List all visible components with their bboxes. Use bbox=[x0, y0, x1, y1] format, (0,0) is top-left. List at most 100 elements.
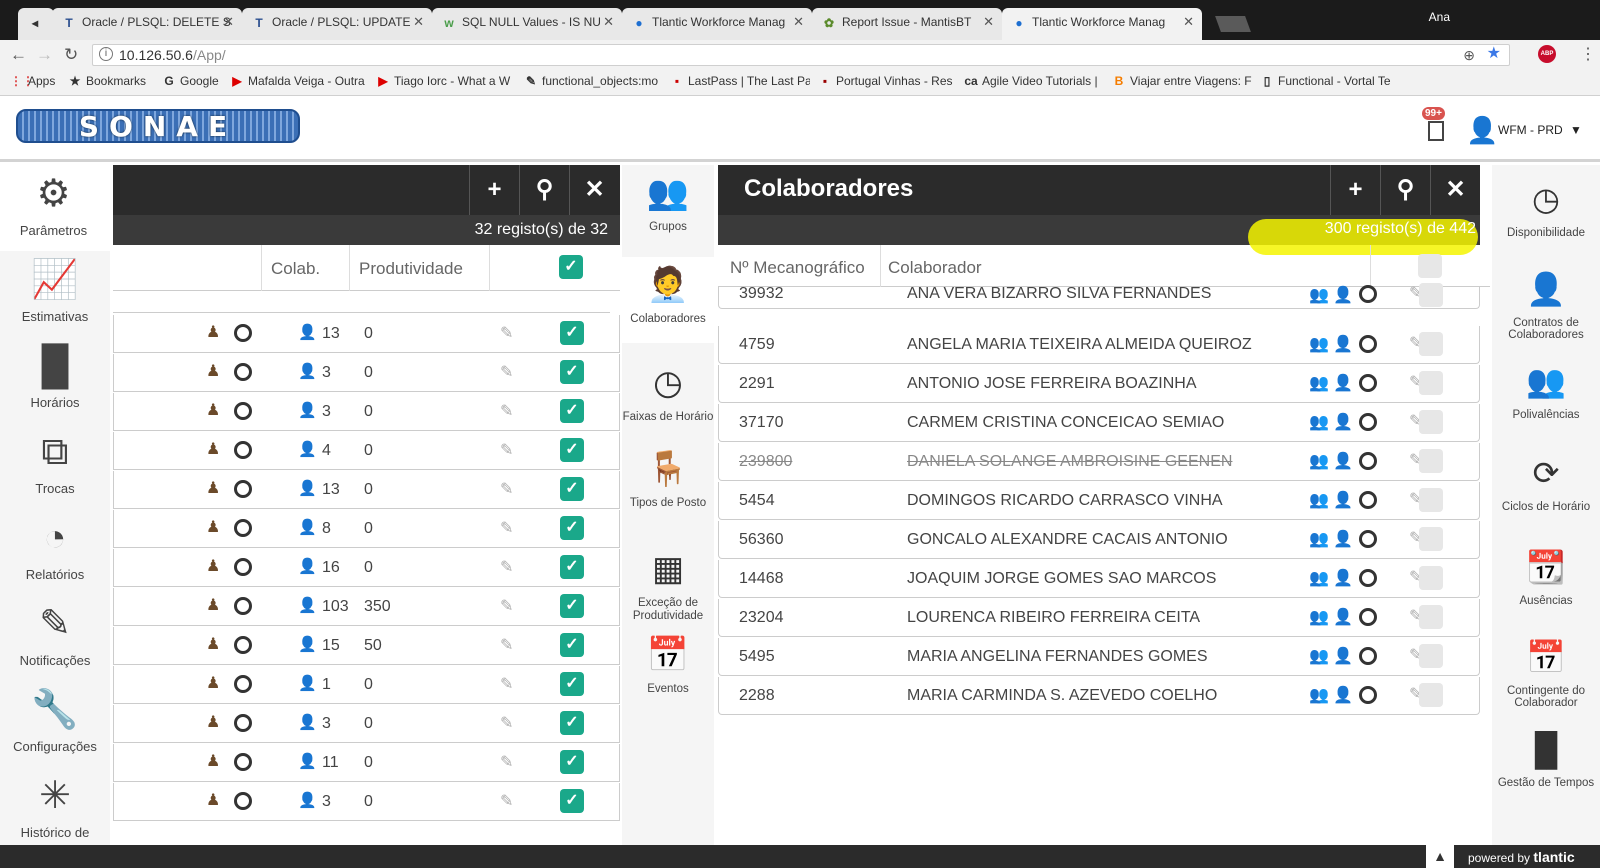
edit-icon[interactable]: ✎ bbox=[500, 323, 513, 343]
nav-trocas[interactable]: ⧉ Trocas bbox=[0, 423, 110, 509]
clock-icon[interactable] bbox=[1359, 686, 1377, 704]
row-checkbox[interactable]: ✓ bbox=[560, 633, 584, 657]
nav-excecao-produtividade[interactable]: ▦ Exceção de Produtividade bbox=[622, 541, 714, 627]
bookmark-agile[interactable]: ca Agile Video Tutorials | bbox=[964, 74, 1104, 88]
person-icon[interactable]: ♟ bbox=[206, 480, 220, 498]
employee-icon[interactable]: 👤 bbox=[1333, 373, 1353, 393]
new-tab-button[interactable] bbox=[1215, 16, 1251, 32]
bookmark-functional-objects[interactable]: ✎ functional_objects:mo bbox=[524, 74, 664, 88]
people-icon[interactable]: 👥 bbox=[1309, 334, 1329, 354]
clock-icon[interactable] bbox=[234, 714, 252, 732]
nav-tipos-posto[interactable]: 🪑 Tipos de Posto bbox=[622, 441, 714, 527]
table-row[interactable]: ♟ 👤 4 0 ✎ ✓ bbox=[113, 432, 620, 470]
close-icon[interactable]: ✕ bbox=[793, 8, 804, 36]
nav-contratos[interactable]: 👤 Contratos de Colaboradores bbox=[1492, 261, 1600, 347]
add-button[interactable]: + bbox=[1330, 165, 1380, 215]
column-colab[interactable]: Colab. bbox=[271, 259, 320, 279]
row-checkbox[interactable]: ✓ bbox=[560, 516, 584, 540]
nav-historico[interactable]: ✳ Histórico de bbox=[0, 767, 110, 845]
edit-icon[interactable]: ✎ bbox=[500, 752, 513, 772]
table-row[interactable]: 39932 ANA VERA BIZARRO SILVA FERNANDES 👥 👤 ✎ bbox=[718, 283, 1480, 309]
person-icon[interactable]: ♟ bbox=[206, 675, 220, 693]
person-icon[interactable]: ♟ bbox=[206, 519, 220, 537]
table-row[interactable]: ♟ 👤 13 0 ✎ ✓ bbox=[113, 315, 620, 353]
row-checkbox[interactable] bbox=[1419, 283, 1443, 307]
person-icon[interactable]: ♟ bbox=[206, 597, 220, 615]
edit-icon[interactable]: ✎ bbox=[500, 401, 513, 421]
bookmark-tiago[interactable]: ▶ Tiago Iorc - What a W bbox=[376, 74, 516, 88]
info-icon[interactable]: i bbox=[99, 47, 113, 61]
person-icon[interactable]: ♟ bbox=[206, 753, 220, 771]
edit-icon[interactable]: ✎ bbox=[500, 557, 513, 577]
clock-icon[interactable] bbox=[234, 675, 252, 693]
clock-icon[interactable] bbox=[234, 636, 252, 654]
nav-gestao-tempos[interactable]: ▐▌ Gestão de Tempos bbox=[1492, 721, 1600, 807]
row-checkbox[interactable]: ✓ bbox=[560, 789, 584, 813]
row-checkbox[interactable] bbox=[1419, 332, 1443, 356]
row-checkbox[interactable]: ✓ bbox=[560, 711, 584, 735]
menu-icon[interactable]: ⋮ bbox=[1580, 44, 1596, 64]
table-row[interactable]: ♟ 👤 8 0 ✎ ✓ bbox=[113, 510, 620, 548]
row-checkbox[interactable]: ✓ bbox=[560, 477, 584, 501]
row-checkbox[interactable]: ✓ bbox=[560, 438, 584, 462]
bookmark-lastpass[interactable]: ▪ LastPass | The Last Pa bbox=[670, 74, 810, 88]
bookmark-viajar[interactable]: B Viajar entre Viagens: F bbox=[1112, 74, 1252, 88]
back-icon[interactable]: ← bbox=[10, 46, 27, 64]
clock-icon[interactable] bbox=[234, 792, 252, 810]
clock-icon[interactable] bbox=[1359, 413, 1377, 431]
people-icon[interactable]: 👥 bbox=[1309, 285, 1329, 305]
table-row[interactable]: ♟ 👤 11 0 ✎ ✓ bbox=[113, 744, 620, 782]
employee-icon[interactable]: 👤 bbox=[1333, 529, 1353, 549]
table-row[interactable]: ♟ 👤 1 0 ✎ ✓ bbox=[113, 666, 620, 704]
tab-tlantic-1[interactable]: ● Tlantic Workforce Manag ✕ bbox=[622, 8, 812, 40]
bookmark-apps[interactable]: ⋮⋮Apps bbox=[10, 74, 55, 88]
edit-icon[interactable]: ✎ bbox=[500, 791, 513, 811]
user-icon[interactable]: 👤 bbox=[1466, 117, 1498, 143]
table-row[interactable]: ♟ 👤 3 0 ✎ ✓ bbox=[113, 354, 620, 392]
clock-icon[interactable] bbox=[1359, 452, 1377, 470]
person-icon[interactable]: ♟ bbox=[206, 363, 220, 381]
clock-icon[interactable] bbox=[1359, 569, 1377, 587]
table-row[interactable]: 14468 JOAQUIM JORGE GOMES SAO MARCOS 👥 👤 ✎ bbox=[718, 560, 1480, 598]
reload-icon[interactable]: ↻ bbox=[64, 46, 78, 64]
row-checkbox[interactable]: ✓ bbox=[560, 750, 584, 774]
clock-icon[interactable] bbox=[234, 480, 252, 498]
edit-icon[interactable]: ✎ bbox=[500, 674, 513, 694]
person-icon[interactable]: ♟ bbox=[206, 792, 220, 810]
row-checkbox[interactable]: ✓ bbox=[560, 360, 584, 384]
close-icon[interactable]: ✕ bbox=[413, 8, 424, 36]
clock-icon[interactable] bbox=[234, 363, 252, 381]
clock-icon[interactable] bbox=[1359, 335, 1377, 353]
table-row[interactable]: ♟ 👤 3 0 ✎ ✓ bbox=[113, 783, 620, 821]
row-checkbox[interactable] bbox=[1419, 371, 1443, 395]
edit-icon[interactable]: ✎ bbox=[500, 635, 513, 655]
table-row[interactable]: 37170 CARMEM CRISTINA CONCEICAO SEMIAO 👥 👤 ✎ bbox=[718, 404, 1480, 442]
bookmark-portugal-vinhas[interactable]: ▪ Portugal Vinhas - Res bbox=[818, 74, 958, 88]
chevron-up-icon[interactable]: ▲ bbox=[1426, 845, 1454, 868]
clock-icon[interactable] bbox=[234, 558, 252, 576]
nav-faixas-horario[interactable]: ◷ Faixas de Horário bbox=[622, 355, 714, 441]
clock-icon[interactable] bbox=[1359, 608, 1377, 626]
bookmark-bookmarks[interactable]: ★ Bookmarks bbox=[68, 74, 146, 88]
notifications-button[interactable]: 99+ bbox=[1418, 107, 1454, 147]
table-row[interactable]: ♟ 👤 3 0 ✎ ✓ bbox=[113, 393, 620, 431]
select-all-checkbox[interactable] bbox=[1418, 254, 1442, 278]
clock-icon[interactable] bbox=[234, 324, 252, 342]
row-checkbox[interactable]: ✓ bbox=[560, 555, 584, 579]
people-icon[interactable]: 👥 bbox=[1309, 451, 1329, 471]
employee-icon[interactable]: 👤 bbox=[1333, 568, 1353, 588]
add-button[interactable]: + bbox=[469, 165, 519, 215]
table-row[interactable]: 239800 DANIELA SOLANGE AMBROISINE GEENEN 👥… bbox=[718, 443, 1480, 481]
column-produtividade[interactable]: Produtividade bbox=[359, 259, 463, 279]
logo[interactable]: SONAE bbox=[16, 109, 300, 143]
table-row[interactable]: ♟ 👤 16 0 ✎ ✓ bbox=[113, 549, 620, 587]
nav-estimativas[interactable]: 📈 Estimativas bbox=[0, 251, 110, 337]
people-icon[interactable]: 👥 bbox=[1309, 646, 1329, 666]
nav-parametros[interactable]: ⚙ Parâmetros bbox=[0, 165, 110, 251]
row-checkbox[interactable] bbox=[1419, 683, 1443, 707]
employee-icon[interactable]: 👤 bbox=[1333, 490, 1353, 510]
row-checkbox[interactable]: ✓ bbox=[560, 594, 584, 618]
employee-icon[interactable]: 👤 bbox=[1333, 412, 1353, 432]
employee-icon[interactable]: 👤 bbox=[1333, 334, 1353, 354]
clock-icon[interactable] bbox=[1359, 647, 1377, 665]
